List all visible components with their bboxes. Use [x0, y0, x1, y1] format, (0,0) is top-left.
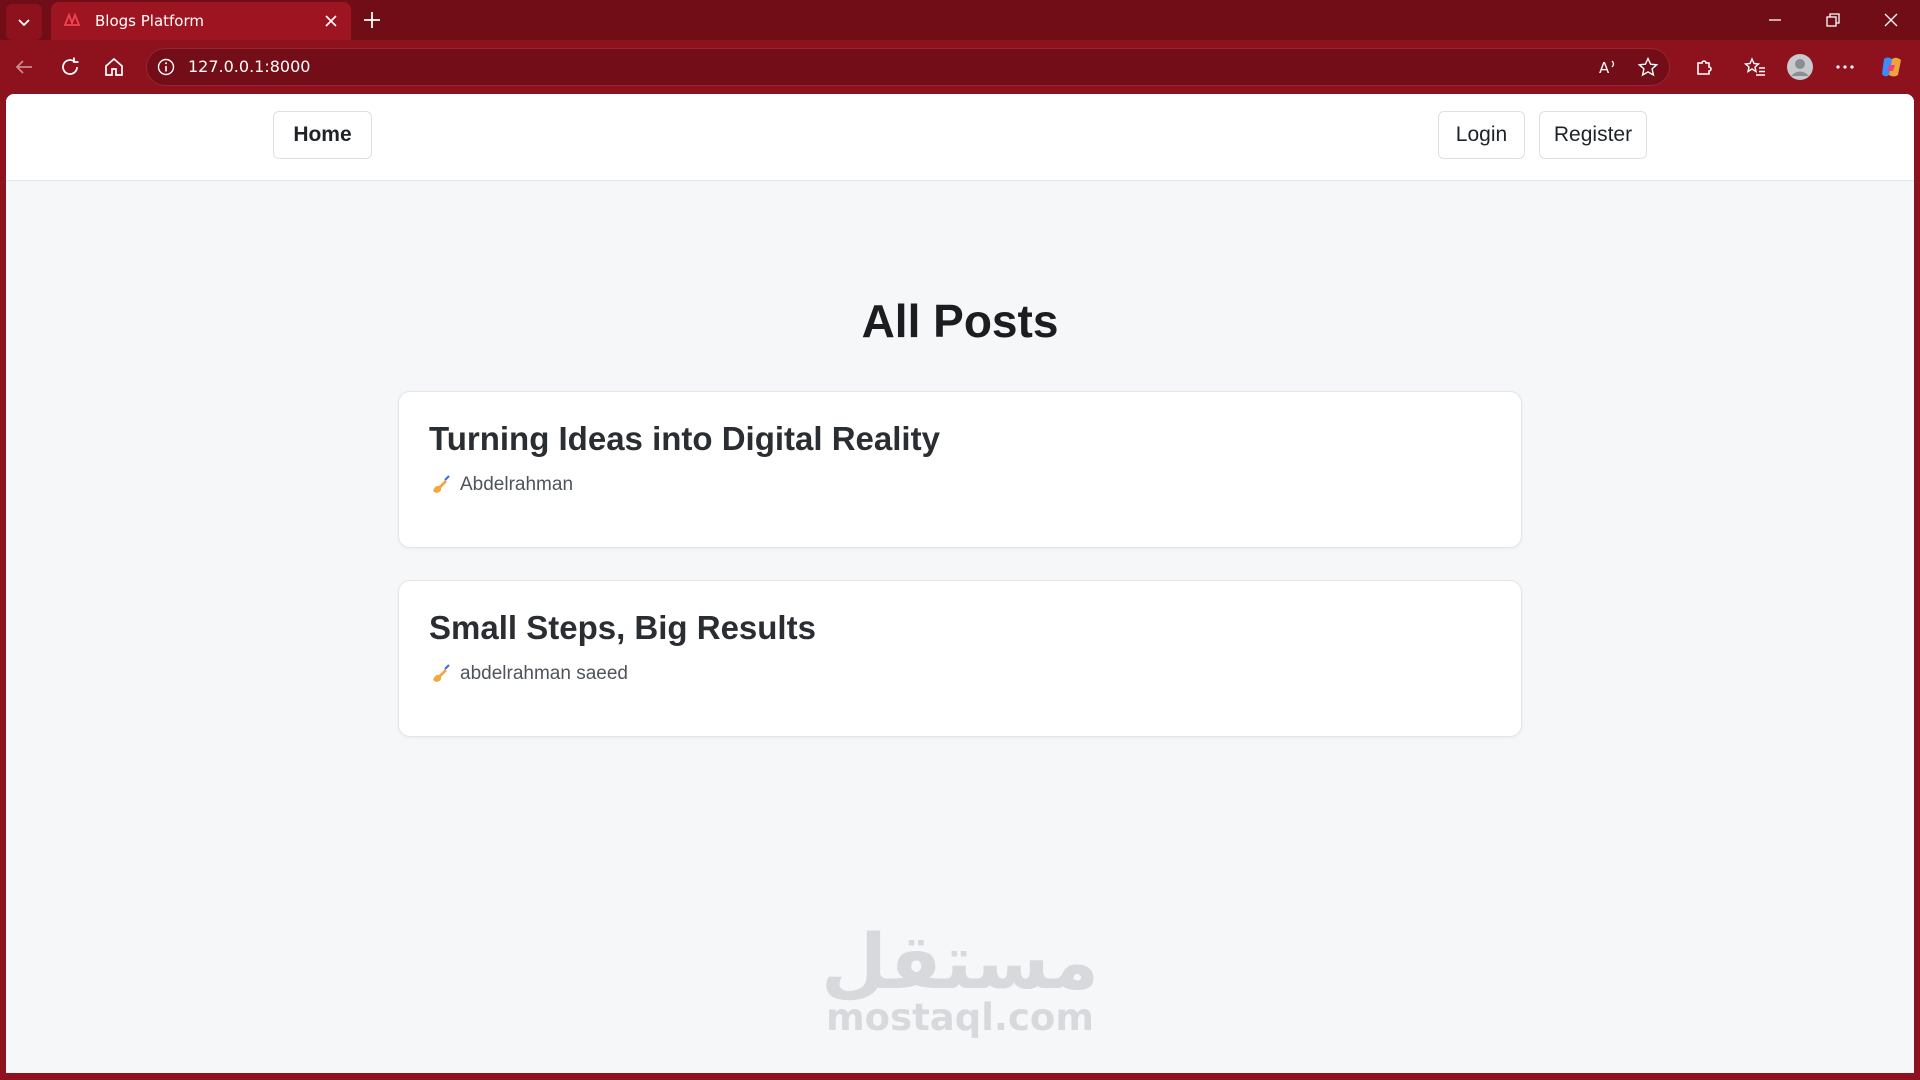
browser-tab[interactable]: Blogs Platform [51, 2, 351, 40]
favicon-icon [61, 10, 83, 32]
watermark: مستقل mostaql.com [6, 917, 1914, 1040]
minimize-icon [1769, 19, 1781, 21]
home-link[interactable]: Home [273, 111, 372, 159]
home-button[interactable] [98, 51, 130, 83]
favorite-star-icon[interactable] [1634, 53, 1662, 81]
post-author: Abdelrahman [430, 474, 573, 496]
close-window-button[interactable] [1868, 6, 1914, 34]
restore-window-button[interactable] [1810, 6, 1856, 34]
login-button[interactable]: Login [1438, 111, 1525, 159]
settings-more-button[interactable] [1829, 51, 1861, 83]
close-icon [1884, 13, 1898, 27]
restore-icon [1826, 13, 1840, 27]
post-title[interactable]: Small Steps, Big Results [429, 609, 816, 647]
writing-hand-icon [433, 475, 450, 493]
home-icon [105, 57, 123, 76]
page-title: All Posts [861, 295, 1059, 347]
close-tab-icon[interactable] [319, 9, 343, 33]
watermark-logo: مستقل [821, 917, 1099, 1006]
back-button[interactable] [8, 51, 40, 83]
refresh-icon [62, 57, 79, 75]
copilot-icon [1882, 57, 1901, 77]
page-viewport: Home Login Register All Posts Turning Id… [6, 94, 1914, 1073]
browser-toolbar: 127.0.0.1:8000 A [0, 40, 1920, 94]
more-horizontal-icon [1836, 65, 1854, 69]
post-title[interactable]: Turning Ideas into Digital Reality [429, 420, 940, 458]
profile-button[interactable] [1784, 51, 1816, 83]
tab-strip: Blogs Platform [0, 0, 1920, 40]
svg-text:A: A [1599, 59, 1610, 77]
favorites-button[interactable] [1739, 51, 1771, 83]
favorites-list-icon [1744, 57, 1765, 76]
puzzle-icon [1697, 60, 1712, 75]
watermark-domain: mostaql.com [826, 996, 1094, 1039]
refresh-button[interactable] [54, 51, 86, 83]
tab-actions-menu-button[interactable] [6, 4, 42, 40]
extensions-button[interactable] [1688, 51, 1720, 83]
post-author: abdelrahman saeed [430, 663, 628, 685]
copilot-button[interactable] [1876, 51, 1908, 83]
post-card[interactable]: Turning Ideas into Digital Reality Abdel… [398, 391, 1522, 548]
post-card[interactable]: Small Steps, Big Results abdelrahman sae… [398, 580, 1522, 737]
tab-title: Blogs Platform [95, 12, 204, 30]
plus-icon [364, 12, 380, 28]
arrow-left-icon [15, 60, 32, 74]
site-navbar: Home Login Register [6, 94, 1914, 181]
avatar-icon [1787, 54, 1813, 80]
writing-hand-icon [433, 664, 450, 682]
new-tab-button[interactable] [358, 6, 386, 34]
url-text[interactable]: 127.0.0.1:8000 [188, 57, 310, 76]
author-name: Abdelrahman [460, 474, 574, 495]
author-name: abdelrahman saeed [460, 663, 628, 684]
read-aloud-icon[interactable]: A [1594, 53, 1622, 81]
minimize-window-button[interactable] [1752, 6, 1798, 34]
register-button[interactable]: Register [1539, 111, 1647, 159]
chevron-down-icon [18, 19, 30, 27]
address-bar[interactable]: 127.0.0.1:8000 A [146, 48, 1670, 86]
site-info-icon[interactable] [154, 55, 178, 79]
